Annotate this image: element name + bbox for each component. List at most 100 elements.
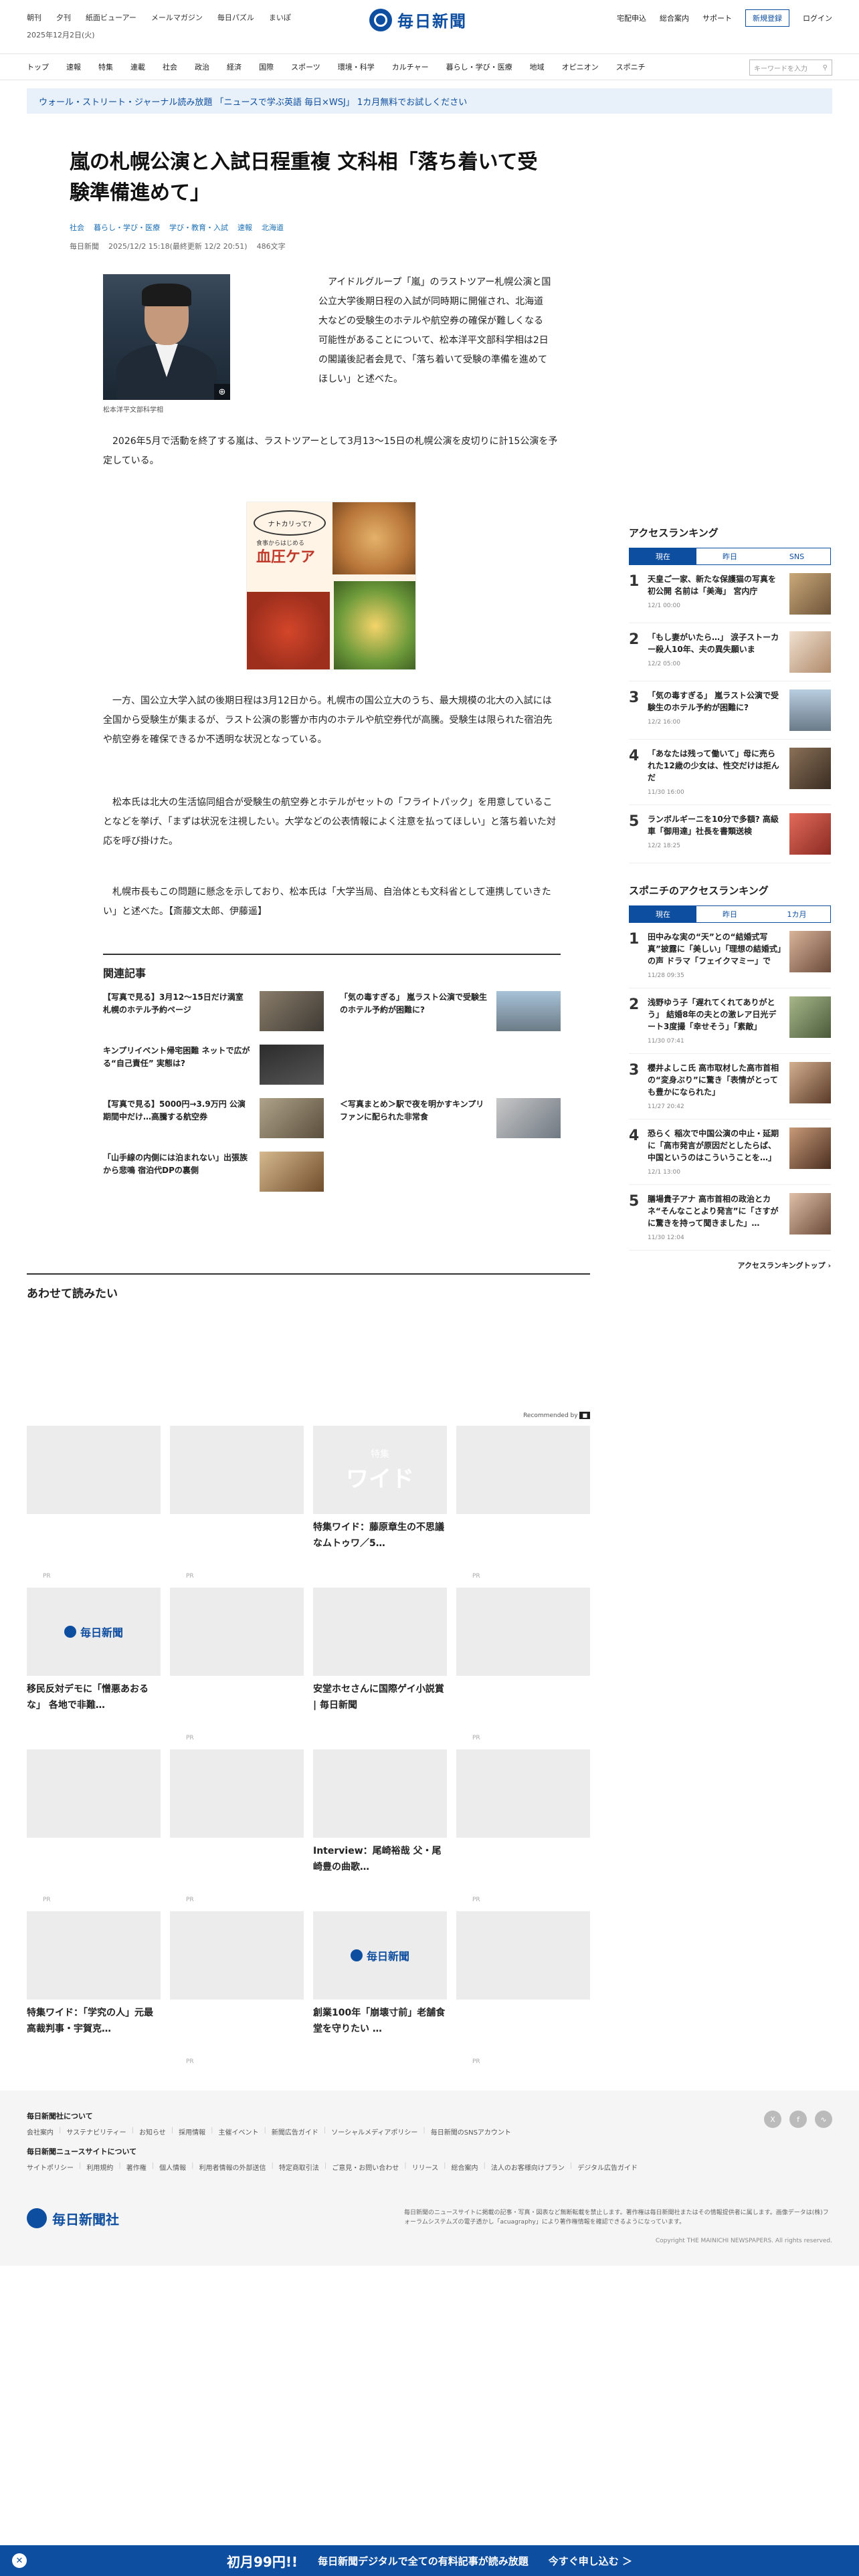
related-item[interactable]: ＜写真まとめ＞駅で夜を明かすキンプリファンに配られた非常食 [340, 1098, 561, 1138]
footer-link[interactable]: 会社案内 [27, 2127, 54, 2137]
footer-link[interactable]: 総合案内 [452, 2162, 478, 2172]
top-link[interactable]: メールマガジン [151, 12, 203, 23]
rss-icon[interactable]: ∿ [815, 2111, 832, 2128]
related-item[interactable]: 「山手線の内側には泊まれない」出張族から悲鳴 宿泊代DPの裏側 [103, 1152, 324, 1192]
nav-item[interactable]: 地域 [530, 62, 545, 72]
recommend-card[interactable]: 毎日新聞 創業100年「崩壊寸前」老舗食堂を守りたい … [313, 1911, 447, 2073]
guide-link[interactable]: 総合案内 [660, 13, 689, 23]
support-link[interactable]: サポート [702, 13, 732, 23]
tab-now[interactable]: 現在 [630, 548, 696, 564]
footer-link[interactable]: 著作権 [126, 2162, 147, 2172]
footer-link[interactable]: 個人情報 [159, 2162, 186, 2172]
tab-now[interactable]: 現在 [630, 906, 696, 922]
ranking-item[interactable]: 3 「気の毒すぎる」 嵐ラスト公演で受験生のホテル予約が困難に? 12/2 16:0… [629, 681, 831, 740]
ranking-title[interactable]: アクセスランキング [629, 526, 831, 540]
recommend-card[interactable]: PR [456, 1426, 590, 1588]
tab-yesterday[interactable]: 昨日 [696, 906, 763, 922]
footer-logo[interactable]: 毎日新聞社 [27, 2208, 119, 2228]
sponichi-item[interactable]: 3 櫻井よしこ氏 高市取材した高市首相の“変身ぶり”に驚き「表情がとっても豊かにな… [629, 1054, 831, 1119]
recommend-card[interactable]: PR [170, 1911, 304, 2073]
article-photo[interactable]: ⊕ [103, 274, 230, 400]
footer-link[interactable]: 特定商取引法 [279, 2162, 319, 2172]
nav-item[interactable]: 暮らし・学び・医療 [446, 62, 512, 72]
sponichi-item[interactable]: 2 浅野ゆう子「遅れてくれてありがとう」 結婚8年の夫との激レア日光デート3度撮「… [629, 988, 831, 1054]
facebook-icon[interactable]: f [789, 2111, 807, 2128]
x-icon[interactable]: X [764, 2111, 781, 2128]
recommend-card[interactable]: PR [456, 1588, 590, 1749]
footer-link[interactable]: 法人のお客様向けプラン [491, 2162, 565, 2172]
ranking-item[interactable]: 1 天皇ご一家、新たな保護猫の写真を初公開 名前は「美海」 宮内庁 12/1 00:… [629, 565, 831, 623]
nav-item[interactable]: カルチャー [392, 62, 429, 72]
related-item[interactable]: キンプリイベント帰宅困難 ネットで広がる“自己責任” 実態は? [103, 1045, 324, 1085]
login-button[interactable]: ログイン [803, 13, 832, 23]
register-button[interactable]: 新規登録 [745, 9, 789, 27]
recommend-card[interactable]: 特集 ワイド 特集ワイド：藤原章生の不思議なムトゥワ／5… [313, 1426, 447, 1588]
top-link[interactable]: 夕刊 [56, 12, 71, 23]
nav-item[interactable]: 速報 [66, 62, 81, 72]
recommend-card[interactable]: 毎日新聞 移民反対デモに「憎悪あおるな」 各地で非難… [27, 1588, 161, 1749]
category-link[interactable]: 学び・教育・入試 [169, 222, 228, 233]
zoom-icon[interactable]: ⊕ [214, 384, 230, 400]
footer-link[interactable]: 利用者情報の外部送信 [199, 2162, 266, 2172]
advertisement[interactable]: ナトカリって? 食事からはじめる 血圧ケア ⓘ [246, 502, 416, 670]
footer-link[interactable]: 利用規約 [86, 2162, 113, 2172]
footer-link[interactable]: 主催イベント [219, 2127, 259, 2137]
search-icon[interactable]: ⚲ [823, 64, 828, 72]
sponichi-item[interactable]: 5 膳場貴子アナ 高市首相の政治とカネ“そんなことより発言”に「さすがに驚きを持っ… [629, 1185, 831, 1251]
footer-link[interactable]: サイトポリシー [27, 2162, 74, 2172]
top-link[interactable]: まいぽ [269, 12, 291, 23]
tab-sns[interactable]: SNS [763, 548, 830, 564]
sponichi-item[interactable]: 4 恐らく 稲次で中国公演の中止・延期に「高市発言が原因だとしたらば、中国というの… [629, 1119, 831, 1185]
recommend-card[interactable]: PR [170, 1426, 304, 1588]
search-input[interactable]: キーワードを入力 ⚲ [749, 60, 832, 76]
nav-item[interactable]: 国際 [259, 62, 274, 72]
tab-yesterday[interactable]: 昨日 [696, 548, 763, 564]
recommend-card[interactable]: 安堂ホセさんに国際ゲイ小説賞 | 毎日新聞 [313, 1588, 447, 1749]
recommend-card[interactable]: PR [456, 1911, 590, 2073]
site-logo[interactable]: 毎日新聞 [369, 8, 467, 31]
nav-item[interactable]: 環境・科学 [338, 62, 375, 72]
footer-link[interactable]: リリース [412, 2162, 439, 2172]
nav-item[interactable]: スポーツ [291, 62, 320, 72]
footer-link[interactable]: ご意見・お問い合わせ [332, 2162, 399, 2172]
ranking-more-link[interactable]: アクセスランキングトップ › [629, 1260, 832, 1271]
top-link[interactable]: 紙面ビューアー [86, 12, 136, 23]
related-item[interactable]: 【写真で見る】3月12～15日だけ満室 札幌のホテル予約ページ [103, 991, 324, 1031]
top-link[interactable]: 毎日パズル [217, 12, 254, 23]
related-item[interactable]: 【写真で見る】5000円→3.9万円 公演期間中だけ…高騰する航空券 [103, 1098, 324, 1138]
nav-item[interactable]: 特集 [98, 62, 113, 72]
footer-link[interactable]: デジタル広告ガイド [577, 2162, 638, 2172]
footer-link[interactable]: お知らせ [139, 2127, 166, 2137]
top-link[interactable]: 朝刊 [27, 12, 41, 23]
footer-link[interactable]: ソーシャルメディアポリシー [331, 2127, 417, 2137]
category-link[interactable]: 暮らし・学び・医療 [94, 222, 160, 233]
ranking-item[interactable]: 2 「もし妻がいたら…」 涙子ストーカー殺人10年、夫の異失願いま 12/2 05:… [629, 623, 831, 681]
recommend-card[interactable]: Interview：尾崎裕哉 父・尾崎豊の曲歌… [313, 1749, 447, 1911]
category-link[interactable]: 北海道 [262, 222, 284, 233]
subscribe-banner[interactable]: ✕ 初月99円!! 毎日新聞デジタルで全ての有料記事が読み放題 今すぐ申し込む … [0, 2545, 859, 2576]
nav-item[interactable]: トップ [27, 62, 49, 72]
sponichi-item[interactable]: 1 田中みな実の“天”との“結婚式写真”披露に「美しい」「理想の結婚式」の声 ドラ… [629, 923, 831, 988]
ranking-item[interactable]: 5 ランボルギーニを10分で多額? 高級車「御用達」社長を書類送検 12/2 18:… [629, 805, 831, 863]
nav-item[interactable]: 経済 [227, 62, 242, 72]
tab-month[interactable]: 1カ月 [763, 906, 830, 922]
nav-item[interactable]: 政治 [195, 62, 209, 72]
nav-item[interactable]: 連載 [130, 62, 145, 72]
footer-link[interactable]: 採用情報 [179, 2127, 205, 2137]
recommend-card[interactable]: PR [27, 1426, 161, 1588]
nav-item[interactable]: スポニチ [616, 62, 646, 72]
recommend-card[interactable]: PR [170, 1749, 304, 1911]
footer-link[interactable]: 毎日新聞のSNSアカウント [431, 2127, 511, 2137]
ranking-item[interactable]: 4 「あなたは残って働いて」母に売られた12歳の少女は、性交だけは拒んだ 11/30… [629, 740, 831, 805]
recommend-card[interactable]: PR [170, 1588, 304, 1749]
footer-link[interactable]: サステナビリティー [66, 2127, 126, 2137]
footer-link[interactable]: 新聞広告ガイド [272, 2127, 318, 2137]
promo-banner[interactable]: ウォール・ストリート・ジャーナル読み放題 「ニュースで学ぶ英語 毎日×WSJ」 … [27, 88, 832, 114]
recommend-card[interactable]: PR [27, 1749, 161, 1911]
recommend-card[interactable]: PR [456, 1749, 590, 1911]
category-link[interactable]: 社会 [70, 222, 84, 233]
nav-item[interactable]: 社会 [163, 62, 177, 72]
subscribe-link[interactable]: 宅配申込 [617, 13, 646, 23]
banner-cta[interactable]: 今すぐ申し込む ＞ [549, 2554, 632, 2568]
recommend-card[interactable]: 特集ワイド：「学究の人」元最高裁判事・宇賀克… [27, 1911, 161, 2073]
